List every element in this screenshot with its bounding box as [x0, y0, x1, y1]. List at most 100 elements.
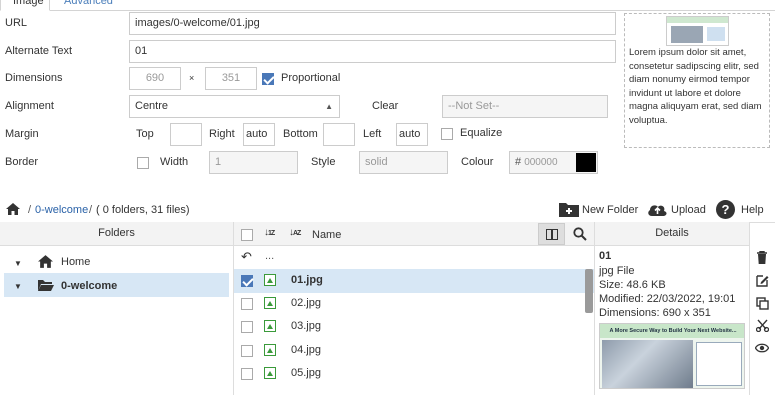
new-folder-icon[interactable] — [559, 201, 579, 217]
colour-swatch[interactable] — [576, 153, 596, 172]
file-checkbox[interactable] — [241, 321, 253, 333]
alt-text-label: Alternate Text — [5, 45, 73, 57]
file-row[interactable]: 01.jpg — [234, 269, 594, 293]
image-file-icon — [264, 297, 276, 309]
image-file-icon — [264, 320, 276, 332]
details-size: Size: 48.6 KB — [599, 279, 666, 291]
trash-icon[interactable] — [755, 250, 769, 265]
updown-arrow-icon: ▲ — [325, 102, 333, 111]
times-symbol: × — [189, 73, 195, 83]
alignment-select[interactable]: Centre ▲ — [129, 95, 340, 118]
divider — [594, 222, 595, 395]
border-checkbox[interactable] — [137, 157, 149, 169]
divider — [749, 222, 750, 395]
file-row[interactable]: 02.jpg — [234, 292, 594, 316]
dimensions-label: Dimensions — [5, 72, 63, 84]
file-name: 01.jpg — [291, 274, 323, 286]
tab-bar: Image Advanced — [0, 0, 775, 11]
preview-text: Lorem ipsum dolor sit amet, consetetur s… — [629, 47, 762, 126]
image-file-icon — [264, 367, 276, 379]
details-header: Details — [595, 222, 749, 246]
caret-down-icon[interactable]: ▼ — [14, 282, 22, 291]
breadcrumb-sep: / — [28, 204, 32, 216]
caret-down-icon[interactable]: ▼ — [14, 259, 22, 268]
file-row[interactable]: 03.jpg — [234, 315, 594, 339]
border-style-select[interactable]: solid — [359, 151, 448, 174]
file-checkbox[interactable] — [241, 275, 253, 287]
breadcrumb-folder-link[interactable]: 0-welcome — [35, 204, 88, 216]
file-checkbox[interactable] — [241, 345, 253, 357]
image-file-icon — [264, 344, 276, 356]
equalize-label: Equalize — [460, 127, 503, 139]
alignment-label: Alignment — [5, 100, 54, 112]
select-all-checkbox[interactable] — [241, 229, 253, 241]
help-icon[interactable]: ? — [716, 200, 735, 219]
name-column-header[interactable]: Name — [312, 229, 341, 241]
search-icon[interactable] — [573, 227, 587, 241]
alignment-value: Centre — [135, 100, 169, 112]
border-style-label: Style — [311, 156, 336, 168]
new-folder-button[interactable]: New Folder — [582, 204, 638, 216]
proportional-checkbox[interactable] — [262, 73, 274, 85]
edit-icon[interactable] — [755, 274, 769, 288]
preview-thumbnail — [666, 16, 729, 46]
details-modified: Modified: 22/03/2022, 19:01 — [599, 293, 736, 305]
scrollbar-thumb[interactable] — [585, 269, 593, 313]
folders-header: Folders — [0, 222, 233, 246]
margin-left-label: Left — [363, 128, 382, 140]
parent-dir-row[interactable]: ↶ ... — [234, 246, 594, 270]
margin-right-input[interactable]: auto — [243, 123, 275, 146]
border-width-value: 1 — [215, 156, 222, 168]
proportional-label: Proportional — [281, 72, 341, 84]
clear-select[interactable]: --Not Set-- — [442, 95, 608, 118]
file-row[interactable]: 04.jpg — [234, 339, 594, 363]
home-folder-icon — [38, 255, 53, 268]
view-toggle-button[interactable] — [538, 223, 565, 245]
height-input[interactable]: 351 — [205, 67, 257, 90]
file-name: 04.jpg — [291, 344, 321, 356]
file-name: 05.jpg — [291, 367, 321, 379]
sort-desc-icon[interactable]: ↓1Z — [264, 227, 275, 238]
file-name: 02.jpg — [291, 297, 321, 309]
folder-file-count: ( 0 folders, 31 files) — [96, 204, 190, 216]
width-input[interactable]: 690 — [129, 67, 181, 90]
file-checkbox[interactable] — [241, 368, 253, 380]
scissors-icon[interactable] — [755, 319, 769, 333]
parent-dir-label: ... — [265, 250, 275, 262]
file-row[interactable]: 05.jpg — [234, 362, 594, 386]
back-arrow-icon: ↶ — [241, 249, 252, 264]
details-name: 01 — [599, 250, 612, 262]
tab-advanced[interactable]: Advanced — [52, 0, 125, 11]
alt-text-input[interactable]: 01 — [129, 40, 616, 63]
folder-open-icon — [38, 279, 54, 291]
clear-value: --Not Set-- — [448, 100, 500, 112]
upload-button[interactable]: Upload — [671, 204, 706, 216]
border-label: Border — [5, 156, 39, 168]
help-button[interactable]: Help — [741, 204, 764, 216]
details-thumbnail: A More Secure Way to Build Your Next Web… — [599, 323, 745, 389]
colour-value: 000000 — [524, 157, 558, 168]
border-width-select[interactable]: 1 — [209, 151, 298, 174]
equalize-checkbox[interactable] — [441, 128, 453, 140]
eye-icon[interactable] — [754, 342, 770, 356]
colour-hash: # — [515, 156, 522, 168]
tree-item-home[interactable]: Home — [61, 256, 90, 268]
file-checkbox[interactable] — [241, 298, 253, 310]
breadcrumb-sep-2: / — [89, 204, 93, 216]
sort-asc-icon[interactable]: ↓AZ — [289, 227, 301, 238]
url-label: URL — [5, 17, 28, 29]
margin-left-input[interactable]: auto — [396, 123, 428, 146]
margin-top-input[interactable] — [170, 123, 202, 146]
url-input[interactable]: images/0-welcome/01.jpg — [129, 12, 616, 35]
home-icon[interactable] — [6, 203, 20, 215]
margin-bottom-input[interactable] — [323, 123, 355, 146]
margin-top-label: Top — [136, 128, 154, 140]
tab-image[interactable]: Image — [0, 0, 50, 11]
tree-item-0-welcome[interactable]: 0-welcome — [61, 280, 117, 292]
border-width-label: Width — [160, 156, 189, 168]
details-dimensions: Dimensions: 690 x 351 — [599, 307, 711, 319]
clear-label: Clear — [372, 100, 399, 112]
margin-label: Margin — [5, 128, 39, 140]
copy-icon[interactable] — [755, 297, 769, 311]
upload-icon[interactable] — [647, 201, 668, 217]
